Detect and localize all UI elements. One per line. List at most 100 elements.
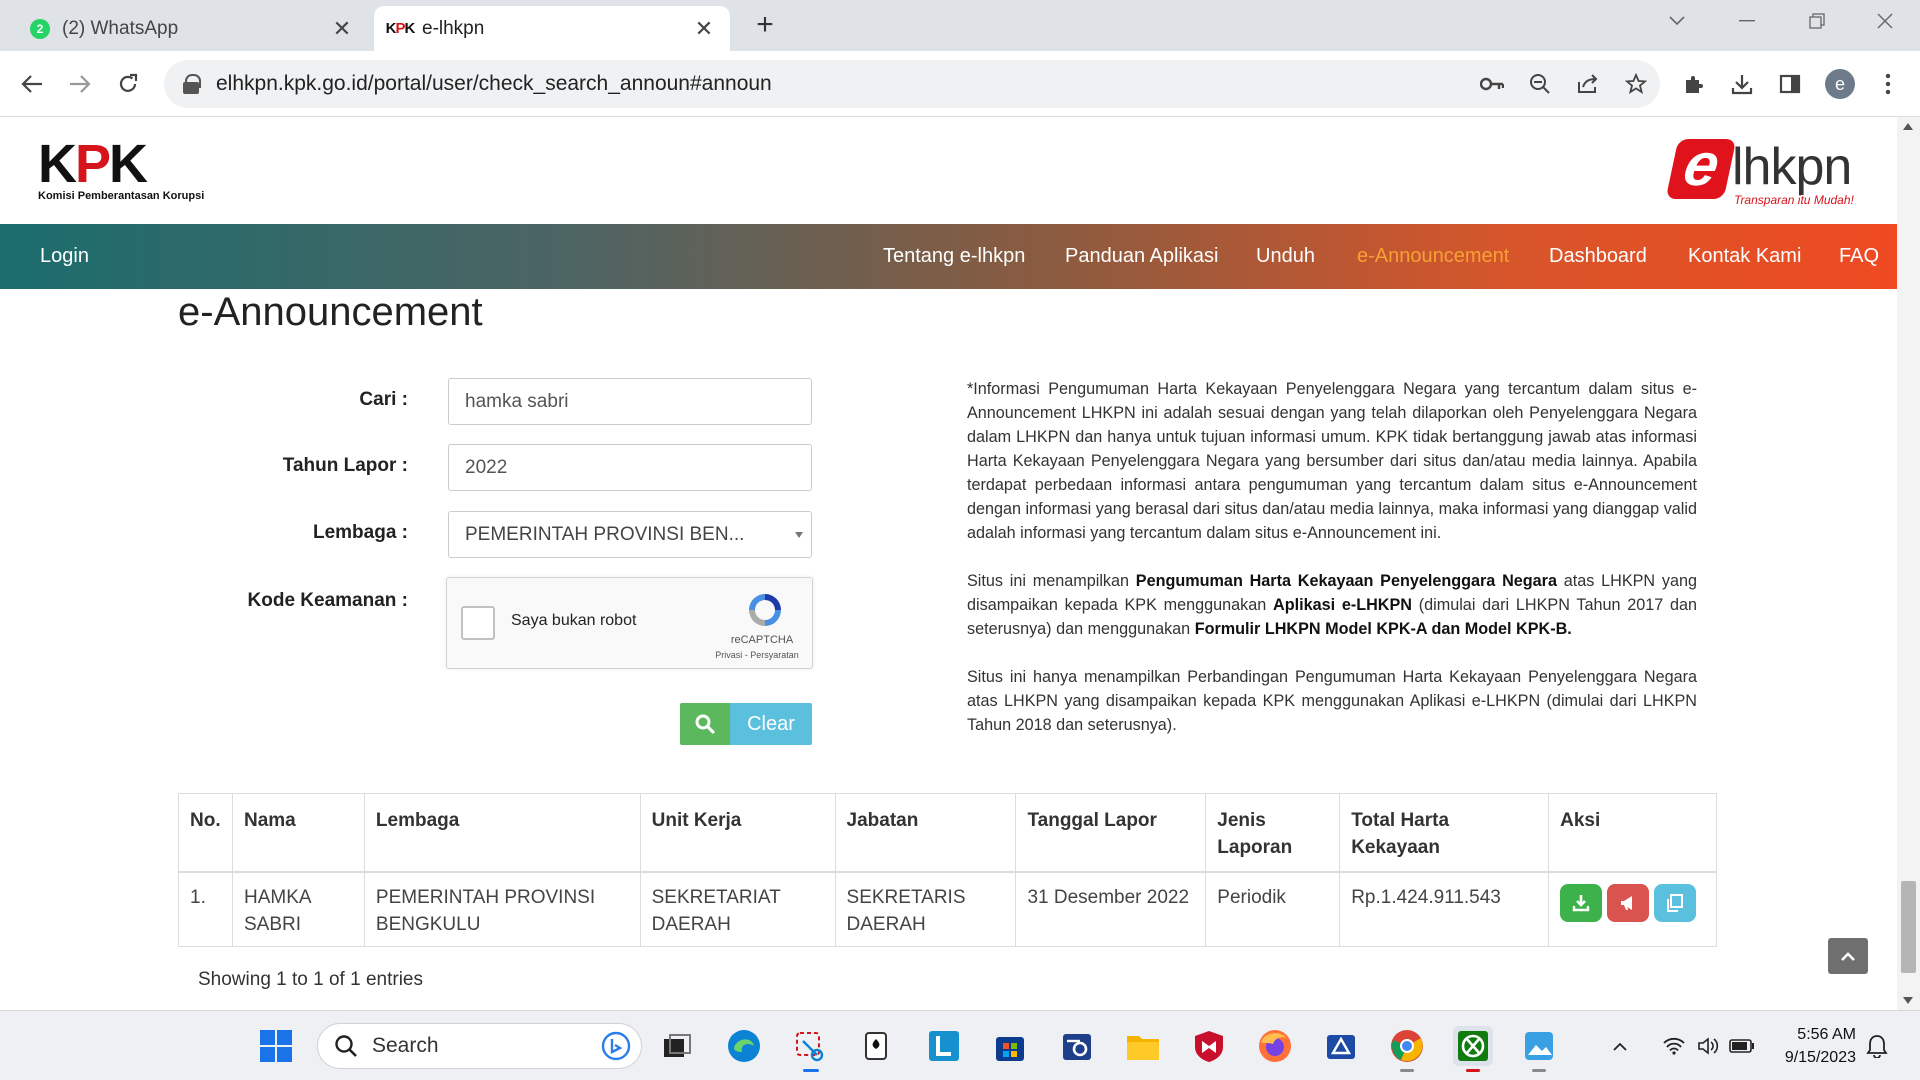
- announcement-button[interactable]: [1607, 884, 1650, 922]
- table-info: Showing 1 to 1 of 1 entries: [198, 969, 423, 990]
- scroll-up-icon[interactable]: [1903, 123, 1913, 130]
- col-jenis-laporan[interactable]: Jenis Laporan: [1205, 793, 1341, 873]
- file-explorer-icon[interactable]: [1123, 1026, 1163, 1066]
- solitaire-icon[interactable]: [858, 1026, 898, 1066]
- battery-icon[interactable]: [1725, 1039, 1759, 1053]
- nav-item-kontak[interactable]: Kontak Kami: [1688, 224, 1801, 289]
- cari-input[interactable]: [448, 378, 812, 425]
- nav-item-e-announcement[interactable]: e-Announcement: [1357, 224, 1509, 289]
- photos-icon[interactable]: [1519, 1026, 1559, 1066]
- elhkpn-logo[interactable]: e lhkpn Transparan itu Mudah!: [1665, 131, 1874, 211]
- close-icon[interactable]: ✕: [692, 16, 716, 41]
- clock-date: 9/15/2023: [1784, 1049, 1856, 1066]
- notification-icon[interactable]: [1862, 1026, 1892, 1066]
- tahun-lapor-label: Tahun Lapor :: [282, 455, 408, 476]
- share-icon[interactable]: [1564, 60, 1612, 108]
- col-no[interactable]: No.: [178, 793, 233, 873]
- search-button[interactable]: [680, 703, 730, 745]
- back-arrow-icon[interactable]: [14, 66, 50, 102]
- chrome-icon[interactable]: [1387, 1026, 1427, 1066]
- minimize-icon[interactable]: [1722, 6, 1772, 36]
- whatsapp-icon: 2: [30, 18, 50, 39]
- browser-toolbar: elhkpn.kpk.go.id/portal/user/check_searc…: [0, 51, 1920, 117]
- snipping-tool-icon[interactable]: [790, 1026, 830, 1066]
- search-icon: [335, 1035, 357, 1057]
- tab-elhkpn[interactable]: KPK e-lhkpn ✕: [374, 6, 730, 51]
- url-text[interactable]: elhkpn.kpk.go.id/portal/user/check_searc…: [216, 72, 1468, 96]
- wifi-icon[interactable]: [1657, 1037, 1691, 1055]
- window-close-icon[interactable]: [1860, 6, 1910, 36]
- page-scrollbar[interactable]: [1897, 117, 1920, 1010]
- kpk-logo[interactable]: KPK Komisi Pemberantasan Korupsi: [38, 137, 205, 202]
- copy-icon: [1667, 894, 1684, 912]
- login-link[interactable]: Login: [40, 224, 89, 289]
- nav-item-dashboard[interactable]: Dashboard: [1549, 224, 1647, 289]
- compare-button[interactable]: [1654, 884, 1697, 922]
- profile-avatar[interactable]: e: [1822, 66, 1858, 102]
- col-tanggal-lapor[interactable]: Tanggal Lapor: [1015, 793, 1207, 873]
- nav-item-faq[interactable]: FAQ: [1839, 224, 1879, 289]
- menu-kebab-icon[interactable]: [1870, 66, 1906, 102]
- scroll-down-icon[interactable]: [1903, 997, 1913, 1004]
- settings-app-icon[interactable]: [1057, 1026, 1097, 1066]
- reload-icon[interactable]: [110, 66, 146, 102]
- lembaga-select[interactable]: PEMERINTAH PROVINSI BEN...: [448, 511, 812, 558]
- close-icon[interactable]: ✕: [330, 16, 354, 41]
- nav-item-tentang[interactable]: Tentang e-lhkpn: [883, 224, 1025, 289]
- nav-item-panduan[interactable]: Panduan Aplikasi: [1065, 224, 1218, 289]
- new-tab-icon[interactable]: +: [750, 8, 780, 41]
- col-unit-kerja[interactable]: Unit Kerja: [639, 793, 836, 873]
- restore-icon[interactable]: [1792, 6, 1842, 36]
- address-bar[interactable]: elhkpn.kpk.go.id/portal/user/check_searc…: [164, 60, 1660, 108]
- forward-arrow-icon[interactable]: [62, 66, 98, 102]
- download-icon[interactable]: [1724, 66, 1760, 102]
- scrollbar-thumb[interactable]: [1901, 881, 1916, 973]
- lock-icon[interactable]: [182, 74, 201, 94]
- cell-unit-kerja: SEKRETARIAT DAERAH: [639, 871, 836, 947]
- recaptcha-label: Saya bukan robot: [511, 612, 637, 629]
- disclaimer-text: *Informasi Pengumuman Harta Kekayaan Pen…: [967, 377, 1697, 761]
- kode-keamanan-label: Kode Keamanan :: [247, 590, 408, 611]
- tab-search-chevron-icon[interactable]: [1652, 6, 1702, 36]
- recaptcha-checkbox[interactable]: [461, 606, 495, 640]
- nav-item-unduh[interactable]: Unduh: [1256, 224, 1315, 289]
- col-jabatan[interactable]: Jabatan: [834, 793, 1017, 873]
- side-panel-icon[interactable]: [1772, 66, 1808, 102]
- bookmark-star-icon[interactable]: [1612, 60, 1660, 108]
- kpk-logo-subtitle: Komisi Pemberantasan Korupsi: [38, 190, 205, 202]
- task-view-icon[interactable]: [657, 1026, 697, 1066]
- mcafee-icon[interactable]: [1189, 1026, 1229, 1066]
- windows-start-icon[interactable]: [256, 1026, 296, 1066]
- tahun-lapor-input[interactable]: [448, 444, 812, 491]
- xbox-icon[interactable]: [1453, 1026, 1493, 1066]
- camera-app-icon[interactable]: [1321, 1026, 1361, 1066]
- col-nama[interactable]: Nama: [231, 793, 365, 873]
- taskbar-search[interactable]: Search: [317, 1023, 642, 1069]
- recaptcha-widget: Saya bukan robot reCAPTCHA Privasi - Per…: [446, 577, 813, 669]
- tab-whatsapp[interactable]: 2 (2) WhatsApp ✕: [14, 6, 368, 51]
- cell-jabatan: SEKRETARIS DAERAH: [834, 871, 1017, 947]
- clear-button[interactable]: Clear: [730, 703, 812, 745]
- firefox-icon[interactable]: [1255, 1026, 1295, 1066]
- page-title: e-Announcement: [178, 290, 483, 334]
- download-button[interactable]: [1560, 884, 1603, 922]
- cell-nama: HAMKA SABRI: [231, 871, 365, 947]
- taskbar-clock[interactable]: 5:56 AM 9/15/2023: [1766, 1023, 1856, 1069]
- col-lembaga[interactable]: Lembaga: [363, 793, 641, 873]
- lembaga-label: Lembaga :: [312, 522, 408, 543]
- site-header: KPK Komisi Pemberantasan Korupsi e lhkpn…: [0, 117, 1897, 224]
- microsoft-store-icon[interactable]: [990, 1026, 1030, 1066]
- volume-icon[interactable]: [1691, 1037, 1725, 1055]
- chevron-down-icon: [795, 532, 803, 538]
- l-app-icon[interactable]: [924, 1026, 964, 1066]
- chevron-up-icon[interactable]: [1603, 1041, 1637, 1051]
- recaptcha-brand: reCAPTCHA: [730, 634, 794, 646]
- key-icon[interactable]: [1468, 60, 1516, 108]
- recaptcha-terms-link[interactable]: Privasi - Persyaratan: [705, 650, 809, 660]
- edge-icon[interactable]: [724, 1026, 764, 1066]
- clock-time: 5:56 AM: [1797, 1026, 1856, 1043]
- zoom-out-icon[interactable]: [1516, 60, 1564, 108]
- scroll-to-top-button[interactable]: [1828, 938, 1868, 974]
- col-total-harta[interactable]: Total Harta Kekayaan: [1339, 793, 1550, 873]
- extensions-icon[interactable]: [1676, 66, 1712, 102]
